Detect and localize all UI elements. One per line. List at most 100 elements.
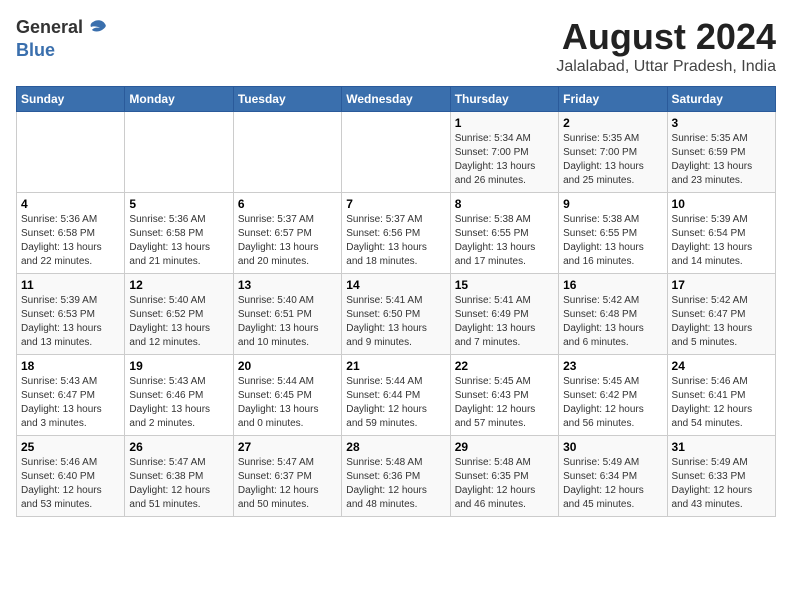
day-number: 8	[455, 197, 554, 211]
calendar-cell: 15 Sunrise: 5:41 AM Sunset: 6:49 PM Dayli…	[450, 274, 558, 355]
calendar-cell: 2 Sunrise: 5:35 AM Sunset: 7:00 PM Daylig…	[559, 112, 667, 193]
calendar-cell: 23 Sunrise: 5:45 AM Sunset: 6:42 PM Dayli…	[559, 355, 667, 436]
day-info: Sunrise: 5:48 AM Sunset: 6:36 PM Dayligh…	[346, 456, 445, 512]
month-year-title: August 2024	[556, 16, 776, 58]
calendar-cell: 6 Sunrise: 5:37 AM Sunset: 6:57 PM Daylig…	[233, 193, 341, 274]
calendar-cell	[17, 112, 125, 193]
day-info: Sunrise: 5:38 AM Sunset: 6:55 PM Dayligh…	[563, 213, 662, 269]
day-number: 23	[563, 359, 662, 373]
calendar-cell: 14Sunrise: 5:41 AM Sunset: 6:50 PM Dayli…	[342, 274, 450, 355]
day-info: Sunrise: 5:38 AM Sunset: 6:55 PM Dayligh…	[455, 213, 554, 269]
day-info: Sunrise: 5:42 AM Sunset: 6:47 PM Dayligh…	[672, 294, 771, 350]
day-info: Sunrise: 5:40 AM Sunset: 6:51 PM Dayligh…	[238, 294, 337, 350]
page-header: General Blue August 2024 Jalalabad, Utta…	[16, 16, 776, 76]
calendar-cell: 18Sunrise: 5:43 AM Sunset: 6:47 PM Dayli…	[17, 355, 125, 436]
calendar-body: 1 Sunrise: 5:34 AM Sunset: 7:00 PM Daylig…	[17, 112, 776, 517]
day-number: 7	[346, 197, 445, 211]
day-number: 11	[21, 278, 120, 292]
day-number: 2	[563, 116, 662, 130]
day-info: Sunrise: 5:39 AM Sunset: 6:54 PM Dayligh…	[672, 213, 771, 269]
day-info: Sunrise: 5:34 AM Sunset: 7:00 PM Dayligh…	[455, 132, 554, 188]
day-number: 28	[346, 440, 445, 454]
day-header-friday: Friday	[559, 87, 667, 112]
calendar-week-row: 11 Sunrise: 5:39 AM Sunset: 6:53 PM Dayli…	[17, 274, 776, 355]
day-number: 31	[672, 440, 771, 454]
day-number: 30	[563, 440, 662, 454]
calendar-cell	[342, 112, 450, 193]
title-area: August 2024 Jalalabad, Uttar Pradesh, In…	[556, 16, 776, 76]
calendar-week-row: 18Sunrise: 5:43 AM Sunset: 6:47 PM Dayli…	[17, 355, 776, 436]
calendar-cell: 22 Sunrise: 5:45 AM Sunset: 6:43 PM Dayli…	[450, 355, 558, 436]
calendar-cell: 29Sunrise: 5:48 AM Sunset: 6:35 PM Dayli…	[450, 436, 558, 517]
day-info: Sunrise: 5:35 AM Sunset: 7:00 PM Dayligh…	[563, 132, 662, 188]
calendar-cell: 24Sunrise: 5:46 AM Sunset: 6:41 PM Dayli…	[667, 355, 775, 436]
day-info: Sunrise: 5:45 AM Sunset: 6:43 PM Dayligh…	[455, 375, 554, 431]
day-info: Sunrise: 5:43 AM Sunset: 6:46 PM Dayligh…	[129, 375, 228, 431]
calendar-cell	[233, 112, 341, 193]
day-number: 22	[455, 359, 554, 373]
logo-bird-icon	[85, 16, 109, 40]
calendar-week-row: 25 Sunrise: 5:46 AM Sunset: 6:40 PM Dayli…	[17, 436, 776, 517]
day-info: Sunrise: 5:46 AM Sunset: 6:41 PM Dayligh…	[672, 375, 771, 431]
calendar-header-row: SundayMondayTuesdayWednesdayThursdayFrid…	[17, 87, 776, 112]
day-header-thursday: Thursday	[450, 87, 558, 112]
day-info: Sunrise: 5:40 AM Sunset: 6:52 PM Dayligh…	[129, 294, 228, 350]
day-number: 20	[238, 359, 337, 373]
calendar-cell: 12 Sunrise: 5:40 AM Sunset: 6:52 PM Dayli…	[125, 274, 233, 355]
day-info: Sunrise: 5:44 AM Sunset: 6:44 PM Dayligh…	[346, 375, 445, 431]
calendar-cell: 4Sunrise: 5:36 AM Sunset: 6:58 PM Daylig…	[17, 193, 125, 274]
logo: General Blue	[16, 16, 109, 62]
calendar-cell: 19 Sunrise: 5:43 AM Sunset: 6:46 PM Dayli…	[125, 355, 233, 436]
calendar-cell: 5Sunrise: 5:36 AM Sunset: 6:58 PM Daylig…	[125, 193, 233, 274]
day-number: 26	[129, 440, 228, 454]
calendar-cell: 17 Sunrise: 5:42 AM Sunset: 6:47 PM Dayli…	[667, 274, 775, 355]
calendar-week-row: 4 Sunrise: 5:36 AM Sunset: 6:58 PM Daylig…	[17, 193, 776, 274]
day-info: Sunrise: 5:37 AM Sunset: 6:57 PM Dayligh…	[238, 213, 337, 269]
day-number: 19	[129, 359, 228, 373]
logo-blue: Blue	[16, 40, 109, 62]
day-info: Sunrise: 5:35 AM Sunset: 6:59 PM Dayligh…	[672, 132, 771, 188]
day-info: Sunrise: 5:46 AM Sunset: 6:40 PM Dayligh…	[21, 456, 120, 512]
calendar-cell: 10 Sunrise: 5:39 AM Sunset: 6:54 PM Dayli…	[667, 193, 775, 274]
calendar-week-row: 1 Sunrise: 5:34 AM Sunset: 7:00 PM Daylig…	[17, 112, 776, 193]
day-info: Sunrise: 5:39 AM Sunset: 6:53 PM Dayligh…	[21, 294, 120, 350]
calendar-cell: 25 Sunrise: 5:46 AM Sunset: 6:40 PM Dayli…	[17, 436, 125, 517]
calendar-cell: 16Sunrise: 5:42 AM Sunset: 6:48 PM Dayli…	[559, 274, 667, 355]
day-number: 21	[346, 359, 445, 373]
calendar-cell: 3 Sunrise: 5:35 AM Sunset: 6:59 PM Daylig…	[667, 112, 775, 193]
day-number: 3	[672, 116, 771, 130]
day-number: 1	[455, 116, 554, 130]
day-header-saturday: Saturday	[667, 87, 775, 112]
calendar-cell: 28 Sunrise: 5:48 AM Sunset: 6:36 PM Dayli…	[342, 436, 450, 517]
calendar-cell: 21 Sunrise: 5:44 AM Sunset: 6:44 PM Dayli…	[342, 355, 450, 436]
day-header-monday: Monday	[125, 87, 233, 112]
day-info: Sunrise: 5:41 AM Sunset: 6:49 PM Dayligh…	[455, 294, 554, 350]
calendar-cell: 1 Sunrise: 5:34 AM Sunset: 7:00 PM Daylig…	[450, 112, 558, 193]
calendar-cell: 9Sunrise: 5:38 AM Sunset: 6:55 PM Daylig…	[559, 193, 667, 274]
day-info: Sunrise: 5:49 AM Sunset: 6:34 PM Dayligh…	[563, 456, 662, 512]
day-number: 10	[672, 197, 771, 211]
day-header-sunday: Sunday	[17, 87, 125, 112]
day-number: 25	[21, 440, 120, 454]
calendar-cell: 27 Sunrise: 5:47 AM Sunset: 6:37 PM Dayli…	[233, 436, 341, 517]
logo-general: General	[16, 17, 83, 39]
day-number: 27	[238, 440, 337, 454]
calendar-cell: 31Sunrise: 5:49 AM Sunset: 6:33 PM Dayli…	[667, 436, 775, 517]
day-info: Sunrise: 5:36 AM Sunset: 6:58 PM Dayligh…	[129, 213, 228, 269]
day-info: Sunrise: 5:47 AM Sunset: 6:37 PM Dayligh…	[238, 456, 337, 512]
day-info: Sunrise: 5:37 AM Sunset: 6:56 PM Dayligh…	[346, 213, 445, 269]
day-info: Sunrise: 5:41 AM Sunset: 6:50 PM Dayligh…	[346, 294, 445, 350]
calendar-cell: 26 Sunrise: 5:47 AM Sunset: 6:38 PM Dayli…	[125, 436, 233, 517]
calendar-cell	[125, 112, 233, 193]
day-number: 15	[455, 278, 554, 292]
day-number: 12	[129, 278, 228, 292]
calendar-cell: 11 Sunrise: 5:39 AM Sunset: 6:53 PM Dayli…	[17, 274, 125, 355]
day-number: 17	[672, 278, 771, 292]
day-info: Sunrise: 5:47 AM Sunset: 6:38 PM Dayligh…	[129, 456, 228, 512]
day-info: Sunrise: 5:44 AM Sunset: 6:45 PM Dayligh…	[238, 375, 337, 431]
day-info: Sunrise: 5:45 AM Sunset: 6:42 PM Dayligh…	[563, 375, 662, 431]
calendar-cell: 30 Sunrise: 5:49 AM Sunset: 6:34 PM Dayli…	[559, 436, 667, 517]
day-number: 4	[21, 197, 120, 211]
day-number: 18	[21, 359, 120, 373]
day-number: 6	[238, 197, 337, 211]
